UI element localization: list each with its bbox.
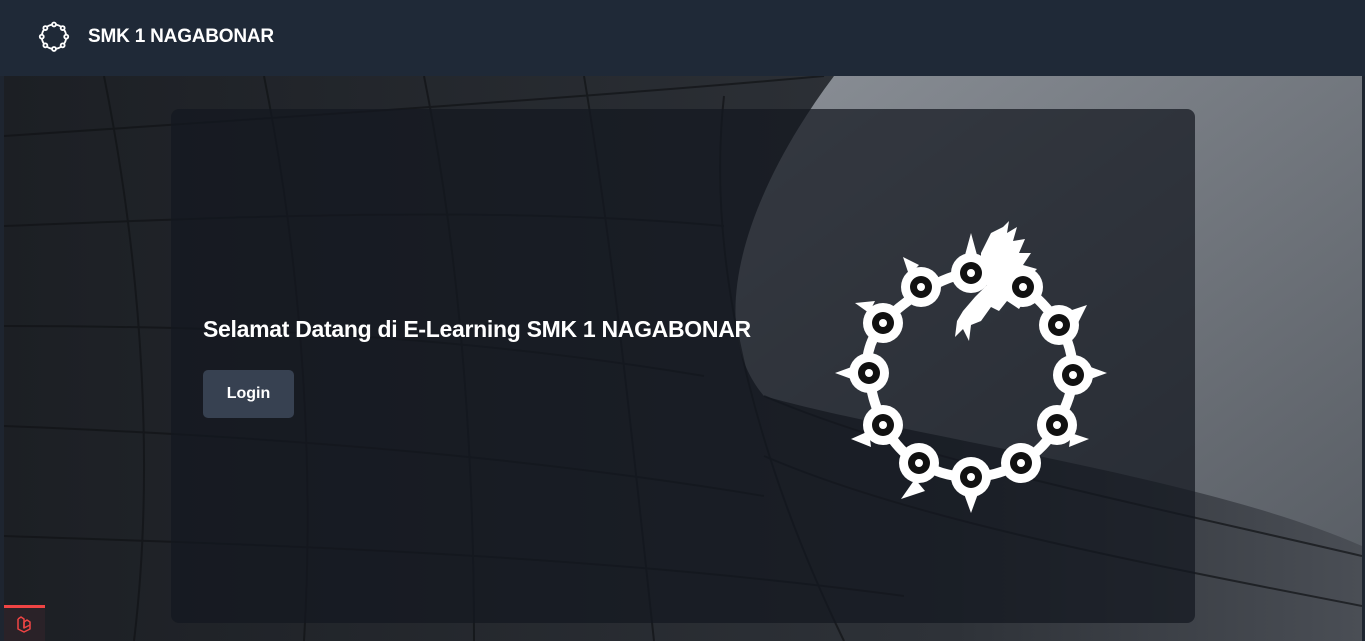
login-button[interactable]: Login — [203, 370, 294, 418]
laravel-icon — [16, 615, 31, 633]
brand-name[interactable]: SMK 1 NAGABONAR — [88, 26, 274, 48]
ouroboros-chain-icon[interactable] — [36, 18, 72, 54]
hero-title: Selamat Datang di E-Learning SMK 1 NAGAB… — [203, 316, 751, 342]
laravel-debug-badge[interactable] — [4, 605, 45, 641]
top-navbar: SMK 1 NAGABONAR — [0, 0, 1365, 76]
hero-card: Selamat Datang di E-Learning SMK 1 NAGAB… — [171, 109, 1195, 623]
ouroboros-chain-icon — [835, 221, 1107, 513]
